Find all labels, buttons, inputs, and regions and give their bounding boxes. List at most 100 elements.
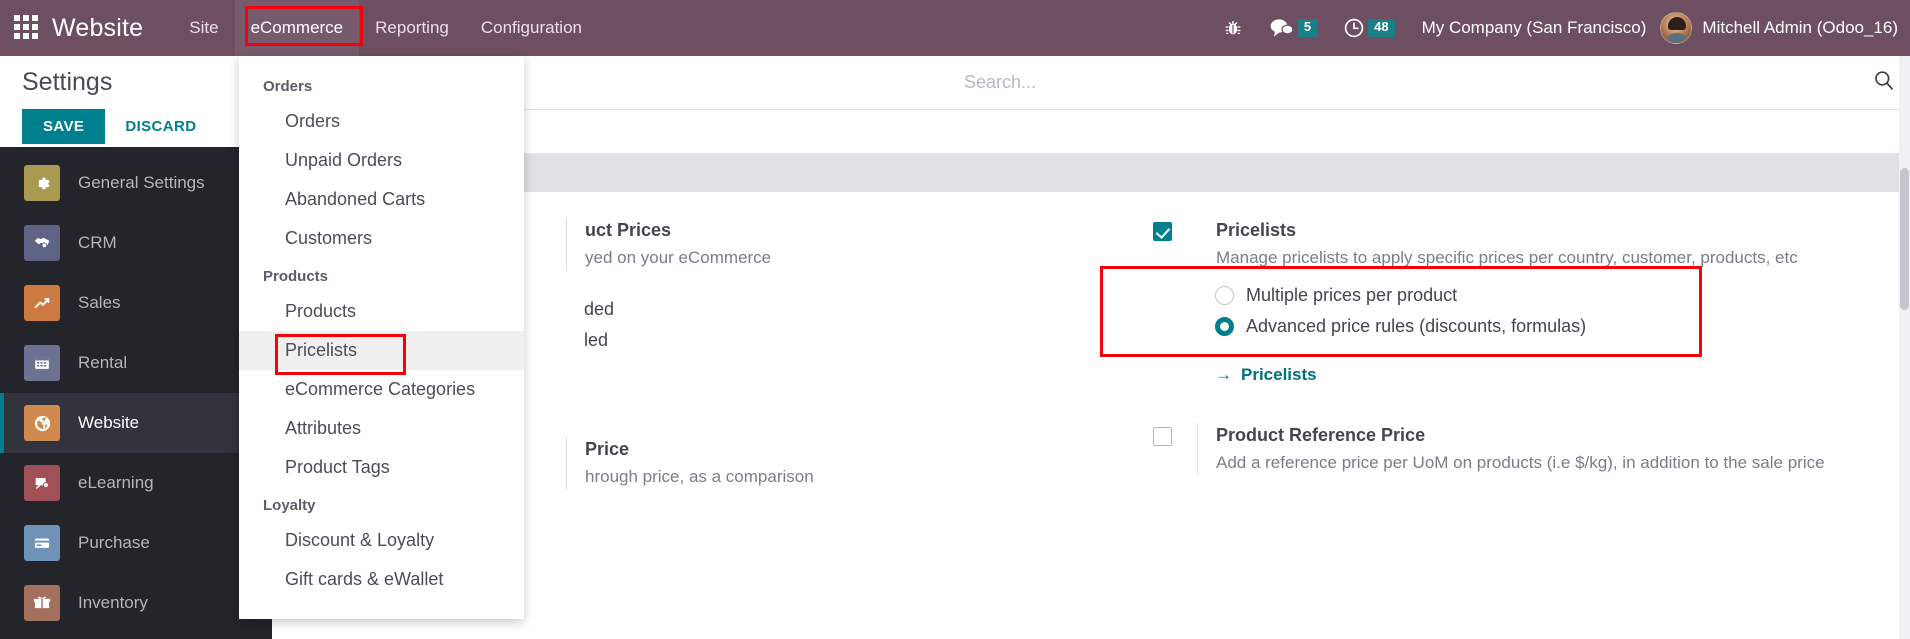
- navbar-system-icons: 5 48: [1210, 17, 1408, 39]
- save-button[interactable]: SAVE: [22, 109, 106, 144]
- sidebar-item-label: CRM: [78, 233, 117, 252]
- pricelists-text: Pricelists Manage pricelists to apply sp…: [1197, 218, 1866, 271]
- bug-icon[interactable]: [1210, 18, 1256, 38]
- chat-bubble-icon: [1270, 19, 1294, 37]
- sidebar-item-website[interactable]: Website: [0, 393, 272, 453]
- radio-multiple-prices-per-product[interactable]: Multiple prices per product: [1215, 285, 1866, 306]
- product-reference-price-text: Product Reference Price Add a reference …: [1197, 422, 1866, 476]
- dropdown-item-discount-loyalty[interactable]: Discount & Loyalty: [239, 521, 524, 560]
- avatar[interactable]: [1660, 12, 1693, 44]
- page-title: Settings: [22, 68, 113, 96]
- ecommerce-dropdown-menu: Orders Orders Unpaid Orders Abandoned Ca…: [239, 56, 524, 619]
- nav-menu-configuration[interactable]: Configuration: [465, 0, 598, 56]
- product-prices-text: uct Prices yed on your eCommerce: [566, 218, 1047, 271]
- search-input[interactable]: [962, 71, 1870, 94]
- pricelists-desc: Manage pricelists to apply specific pric…: [1216, 248, 1798, 268]
- setting-product-prices: uct Prices yed on your eCommerce: [522, 218, 1047, 271]
- calendar-icon: [24, 345, 60, 381]
- product-prices-control: [522, 218, 566, 222]
- dropdown-item-orders[interactable]: Orders: [239, 102, 524, 141]
- product-reference-price-checkbox[interactable]: [1153, 426, 1172, 446]
- setting-product-reference-price: Product Reference Price Add a reference …: [1153, 422, 1866, 476]
- dropdown-item-gift-cards-ewallet[interactable]: Gift cards & eWallet: [239, 560, 524, 599]
- chart-line-icon: [24, 285, 60, 321]
- sidebar-item-label: Website: [78, 413, 140, 432]
- radio-tax-included-label: led: [584, 329, 609, 350]
- company-switcher[interactable]: My Company (San Francisco): [1408, 18, 1661, 38]
- dropdown-item-ecommerce-categories[interactable]: eCommerce Categories: [239, 370, 524, 409]
- gear-icon: [24, 165, 60, 201]
- product-reference-price-control: [1153, 423, 1197, 446]
- nav-menu-reporting[interactable]: Reporting: [359, 0, 465, 56]
- setting-pricelists: Pricelists Manage pricelists to apply sp…: [1153, 218, 1866, 271]
- radio-tax-included[interactable]: led: [584, 330, 1047, 351]
- comparison-price-title: Price: [585, 438, 630, 459]
- radio-multiple-prices-label: Multiple prices per product: [1246, 284, 1458, 305]
- radio-advanced-price-rules-indicator[interactable]: [1215, 316, 1234, 336]
- globe-icon: [24, 405, 60, 441]
- setting-comparison-price: Price hrough price, as a comparison: [522, 436, 1047, 490]
- discard-button[interactable]: DISCARD: [113, 109, 208, 144]
- nav-menu-ecommerce[interactable]: eCommerce: [234, 0, 360, 56]
- scrollbar-thumb[interactable]: [1900, 168, 1909, 310]
- pricelists-link-label: Pricelists: [1241, 364, 1317, 384]
- elearning-icon: [24, 465, 60, 501]
- credit-card-icon: [24, 525, 60, 561]
- dropdown-item-product-tags[interactable]: Product Tags: [239, 448, 524, 487]
- sidebar-item-label: Inventory: [78, 593, 148, 612]
- pricelists-checkbox[interactable]: [1153, 222, 1172, 241]
- dropdown-item-unpaid-orders[interactable]: Unpaid Orders: [239, 141, 524, 180]
- sidebar-item-elearning[interactable]: eLearning: [0, 453, 272, 513]
- radio-tax-excluded[interactable]: ded: [584, 299, 1047, 320]
- product-prices-title: uct Prices: [585, 220, 672, 240]
- radio-advanced-price-rules[interactable]: Advanced price rules (discounts, formula…: [1215, 316, 1866, 337]
- dropdown-item-abandoned-carts[interactable]: Abandoned Carts: [239, 180, 524, 219]
- radio-multiple-prices-indicator[interactable]: [1215, 285, 1234, 305]
- user-menu[interactable]: Mitchell Admin (Odoo_16): [1692, 18, 1910, 38]
- app-brand-website[interactable]: Website: [52, 14, 143, 43]
- radio-advanced-price-rules-label: Advanced price rules (discounts, formula…: [1246, 315, 1587, 336]
- vertical-scrollbar[interactable]: [1899, 56, 1910, 639]
- product-reference-price-desc: Add a reference price per UoM on product…: [1216, 452, 1825, 472]
- messages-counter[interactable]: 5: [1256, 17, 1330, 39]
- activities-counter[interactable]: 48: [1330, 17, 1407, 39]
- dropdown-item-pricelists[interactable]: Pricelists: [239, 331, 524, 370]
- sidebar-item-rental[interactable]: Rental: [0, 333, 272, 393]
- dropdown-item-attributes[interactable]: Attributes: [239, 409, 524, 448]
- dropdown-section-loyalty: Loyalty: [263, 497, 316, 514]
- sidebar-item-sales[interactable]: Sales: [0, 273, 272, 333]
- clock-icon: [1344, 18, 1364, 38]
- sidebar-item-label: Purchase: [78, 533, 150, 552]
- pricelists-title: Pricelists: [1216, 220, 1297, 240]
- nav-menu-site[interactable]: Site: [173, 0, 234, 56]
- sidebar-item-label: Sales: [78, 293, 121, 312]
- sidebar-item-label: eLearning: [78, 473, 154, 492]
- sidebar-item-inventory[interactable]: Inventory: [0, 573, 272, 633]
- search-input-wrapper: [962, 71, 1870, 94]
- search-icon[interactable]: [1872, 68, 1896, 97]
- pricelists-link[interactable]: → Pricelists: [1215, 365, 1317, 385]
- product-prices-radio-group: ded led: [584, 299, 1047, 351]
- product-reference-price-title: Product Reference Price: [1216, 424, 1426, 445]
- arrow-right-icon: →: [1215, 364, 1232, 384]
- sidebar-item-label: General Settings: [78, 173, 205, 192]
- pricelists-control: [1153, 218, 1197, 241]
- box-icon: [24, 585, 60, 621]
- sidebar-item-crm[interactable]: CRM: [0, 213, 272, 273]
- sidebar-item-label: Rental: [78, 353, 128, 372]
- top-navbar: Website Site eCommerce Reporting Configu…: [0, 0, 1910, 56]
- dropdown-section-products: Products: [263, 268, 329, 285]
- apps-grid-icon[interactable]: [14, 15, 40, 41]
- settings-action-buttons: SAVE DISCARD: [22, 109, 254, 144]
- radio-tax-excluded-label: ded: [584, 298, 615, 319]
- dropdown-section-orders: Orders: [263, 78, 313, 95]
- settings-sidebar: Settings SAVE DISCARD General Settings C…: [0, 56, 272, 639]
- odoo-settings-screen: Website Site eCommerce Reporting Configu…: [0, 0, 1910, 639]
- dropdown-item-products[interactable]: Products: [239, 292, 524, 331]
- dropdown-item-customers[interactable]: Customers: [239, 219, 524, 258]
- comparison-price-desc: hrough price, as a comparison: [585, 466, 814, 486]
- sidebar-item-general-settings[interactable]: General Settings: [0, 153, 272, 213]
- messages-count-badge: 5: [1297, 19, 1318, 37]
- settings-app-list: General Settings CRM Sales Rental Websit…: [0, 147, 272, 633]
- sidebar-item-purchase[interactable]: Purchase: [0, 513, 272, 573]
